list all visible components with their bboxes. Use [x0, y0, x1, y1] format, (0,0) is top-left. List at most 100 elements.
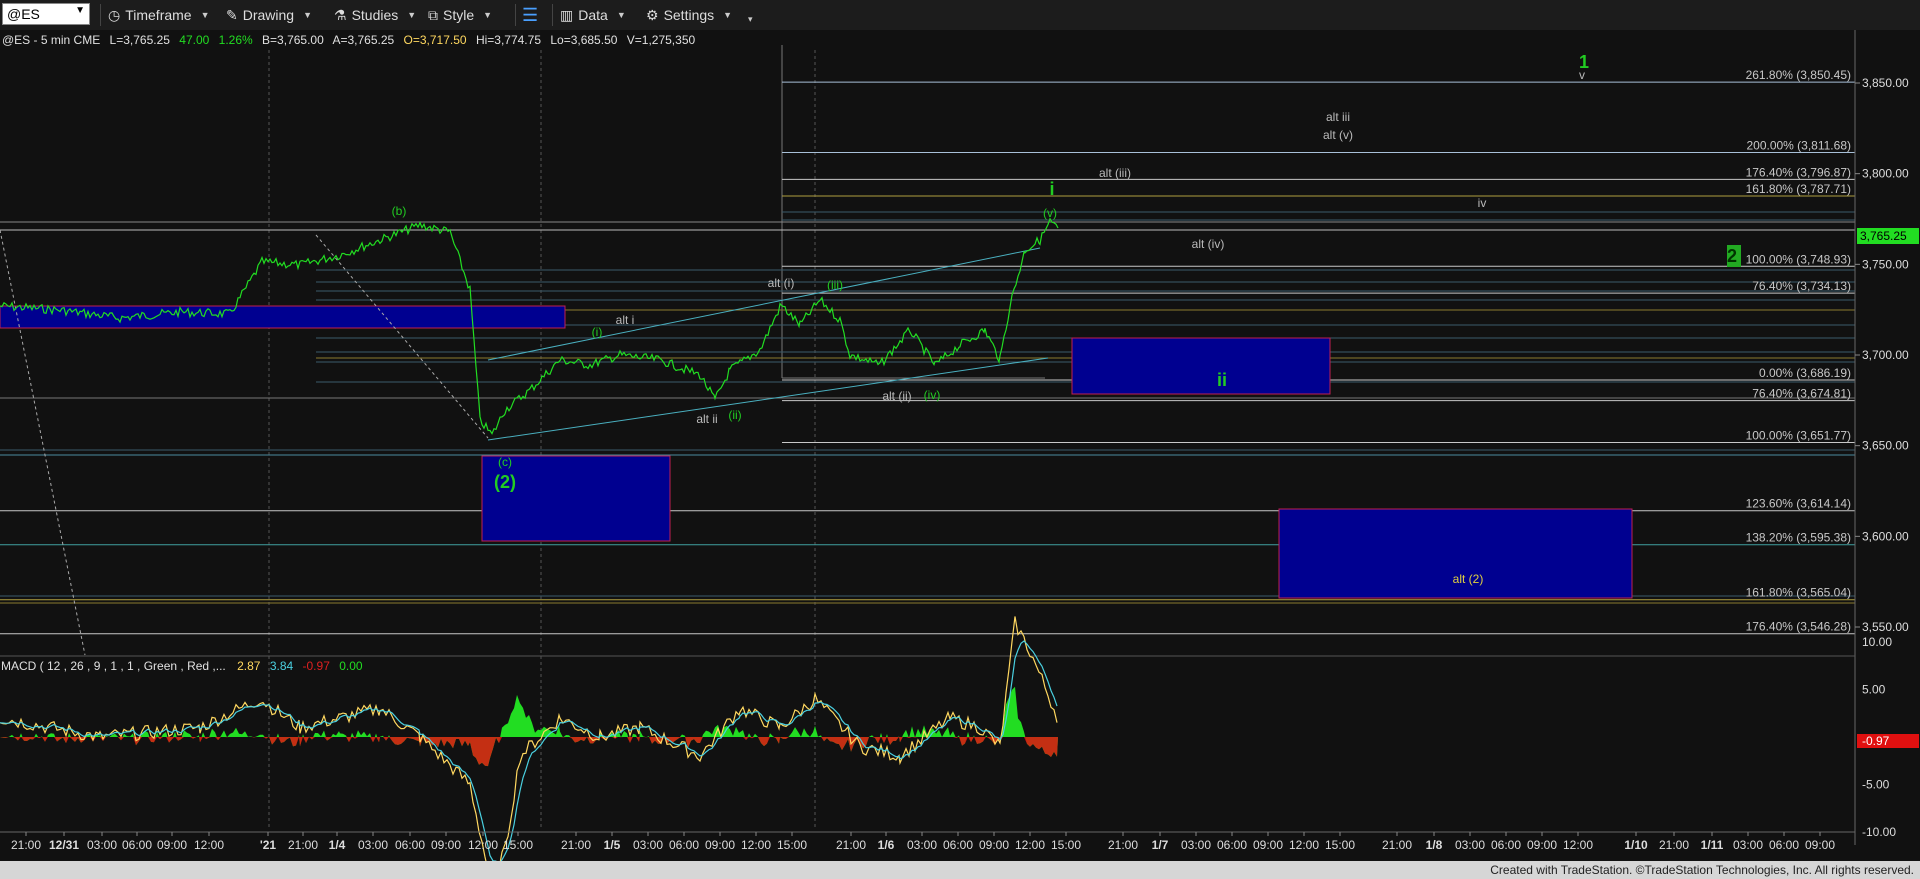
- fib-level-label: 200.00% (3,811.68): [1746, 138, 1851, 152]
- time-axis-label: 06:00: [1491, 838, 1521, 852]
- target-box-ii[interactable]: [1071, 337, 1331, 395]
- fib-level-label: 0.00% (3,686.19): [1759, 366, 1851, 380]
- time-axis-label: '21: [260, 838, 277, 852]
- wave-label[interactable]: alt (v): [1323, 128, 1353, 142]
- macd-axis-label: -5.00: [1862, 778, 1890, 792]
- price-axis-label: 3,650.00: [1862, 439, 1909, 453]
- flask-icon: ⚗: [334, 6, 347, 23]
- time-axis-label: 21:00: [561, 838, 591, 852]
- macd-label: MACD ( 12 , 26 , 9 , 1 , 1 , Green , Red…: [1, 659, 363, 673]
- fib-level-label: 100.00% (3,748.93): [1746, 252, 1851, 266]
- time-axis-label: 09:00: [157, 838, 187, 852]
- wave-label[interactable]: v: [1579, 68, 1585, 82]
- wave-label[interactable]: alt (iii): [1099, 166, 1131, 180]
- wave-label[interactable]: 2: [1727, 246, 1737, 266]
- wave-label[interactable]: i: [1049, 179, 1054, 199]
- layout-icon[interactable]: ☰: [522, 4, 538, 26]
- footer-credit: Created with TradeStation. ©TradeStation…: [0, 861, 1920, 879]
- time-axis-label: 03:00: [907, 838, 937, 852]
- fib-level-label: 161.80% (3,787.71): [1746, 182, 1851, 196]
- wave-label[interactable]: alt ii: [696, 412, 717, 426]
- time-axis-label: 15:00: [1051, 838, 1081, 852]
- wave-label[interactable]: (2): [494, 472, 516, 492]
- time-axis-label: 12:00: [194, 838, 224, 852]
- fib-level-label: 76.40% (3,674.81): [1752, 387, 1851, 401]
- wave-label[interactable]: alt (iv): [1192, 237, 1225, 251]
- price-axis-label: 3,800.00: [1862, 167, 1909, 181]
- time-axis-label: 1/11: [1701, 838, 1724, 852]
- wave-label[interactable]: (ii): [728, 408, 741, 422]
- macd-axis-label: 5.00: [1862, 683, 1886, 697]
- time-axis-label: 12:00: [741, 838, 771, 852]
- time-axis-label: 06:00: [1217, 838, 1247, 852]
- time-axis-label: 1/7: [1152, 838, 1169, 852]
- symbol-input[interactable]: @ES ▼: [2, 3, 90, 25]
- fib-level-label: 261.80% (3,850.45): [1746, 68, 1851, 82]
- fib-level-label: 123.60% (3,614.14): [1746, 497, 1851, 511]
- time-axis-label: 03:00: [1181, 838, 1211, 852]
- wave-label[interactable]: alt (ii): [882, 389, 911, 403]
- fib-level-label: 138.20% (3,595.38): [1746, 531, 1851, 545]
- time-axis-label: 09:00: [1805, 838, 1835, 852]
- time-axis-label: 12/31: [49, 838, 79, 852]
- time-axis-label: 09:00: [705, 838, 735, 852]
- time-axis-label: 06:00: [1769, 838, 1799, 852]
- wave-label[interactable]: alt iii: [1326, 110, 1350, 124]
- fib-level-label: 176.40% (3,546.28): [1746, 620, 1851, 634]
- time-axis-label: 09:00: [431, 838, 461, 852]
- gear-icon: ⚙: [646, 6, 659, 23]
- wave-label[interactable]: (c): [498, 455, 512, 469]
- wave-label[interactable]: alt (i): [768, 276, 795, 290]
- wave-label[interactable]: (iii): [827, 278, 843, 292]
- divider: [100, 4, 101, 26]
- macd-last-label: -0.97: [1862, 734, 1890, 748]
- time-axis-label: 1/6: [878, 838, 895, 852]
- time-axis-label: 03:00: [358, 838, 388, 852]
- chevron-down-icon: ▼: [483, 10, 493, 20]
- style-button[interactable]: ⧉ Style ▼: [428, 4, 492, 26]
- time-axis-label: 15:00: [1325, 838, 1355, 852]
- chevron-down-icon: ▼: [723, 10, 733, 20]
- time-axis-label: 12:00: [468, 838, 498, 852]
- price-axis-label: 3,750.00: [1862, 257, 1909, 271]
- chart-background: [0, 30, 1920, 861]
- time-axis-label: 06:00: [395, 838, 425, 852]
- time-axis-label: 09:00: [979, 838, 1009, 852]
- fib-level-label: 100.00% (3,651.77): [1746, 428, 1851, 442]
- last-price-label: 3,765.25: [1860, 229, 1907, 243]
- chevron-down-icon: ▼: [303, 10, 313, 20]
- time-axis-label: 12:00: [1015, 838, 1045, 852]
- fib-level-label: 161.80% (3,565.04): [1746, 586, 1851, 600]
- drawing-button[interactable]: ✎ Drawing ▼: [226, 4, 312, 26]
- timeframe-button[interactable]: ◷ Timeframe ▼: [108, 4, 210, 26]
- wave-label[interactable]: (i): [592, 325, 603, 339]
- chevron-down-icon: ▼: [200, 10, 210, 20]
- time-axis-label: 1/5: [604, 838, 621, 852]
- more-icon[interactable]: ▾: [744, 8, 753, 30]
- chevron-down-icon[interactable]: ▼: [75, 5, 85, 16]
- wave-label[interactable]: iv: [1478, 196, 1487, 210]
- time-axis-label: 06:00: [669, 838, 699, 852]
- settings-button[interactable]: ⚙ Settings ▼: [646, 4, 732, 26]
- time-axis-label: 09:00: [1527, 838, 1557, 852]
- time-axis-label: 09:00: [1253, 838, 1283, 852]
- price-axis-label: 3,700.00: [1862, 348, 1909, 362]
- time-axis-label: 1/4: [329, 838, 346, 852]
- wave-label[interactable]: alt (2): [1453, 572, 1484, 586]
- time-axis-label: 15:00: [503, 838, 533, 852]
- divider: [515, 4, 516, 26]
- support-box[interactable]: [0, 305, 566, 329]
- data-button[interactable]: ▥ Data ▼: [560, 4, 626, 26]
- wave-label[interactable]: alt i: [616, 313, 635, 327]
- studies-button[interactable]: ⚗ Studies ▼: [334, 4, 416, 26]
- wave-label[interactable]: (iv): [924, 388, 941, 402]
- time-axis-label: 06:00: [122, 838, 152, 852]
- time-axis-label: 12:00: [1563, 838, 1593, 852]
- chart-area[interactable]: @ES - 5 min CME L=3,765.25 47.00 1.26% B…: [0, 30, 1920, 861]
- wave-label[interactable]: (b): [392, 204, 407, 218]
- fib-level-label: 76.40% (3,734.13): [1752, 279, 1851, 293]
- wave-label[interactable]: (v): [1043, 206, 1057, 220]
- macd-axis-label: 10.00: [1862, 635, 1892, 649]
- time-axis-label: 21:00: [1382, 838, 1412, 852]
- wave-label[interactable]: ii: [1217, 370, 1227, 390]
